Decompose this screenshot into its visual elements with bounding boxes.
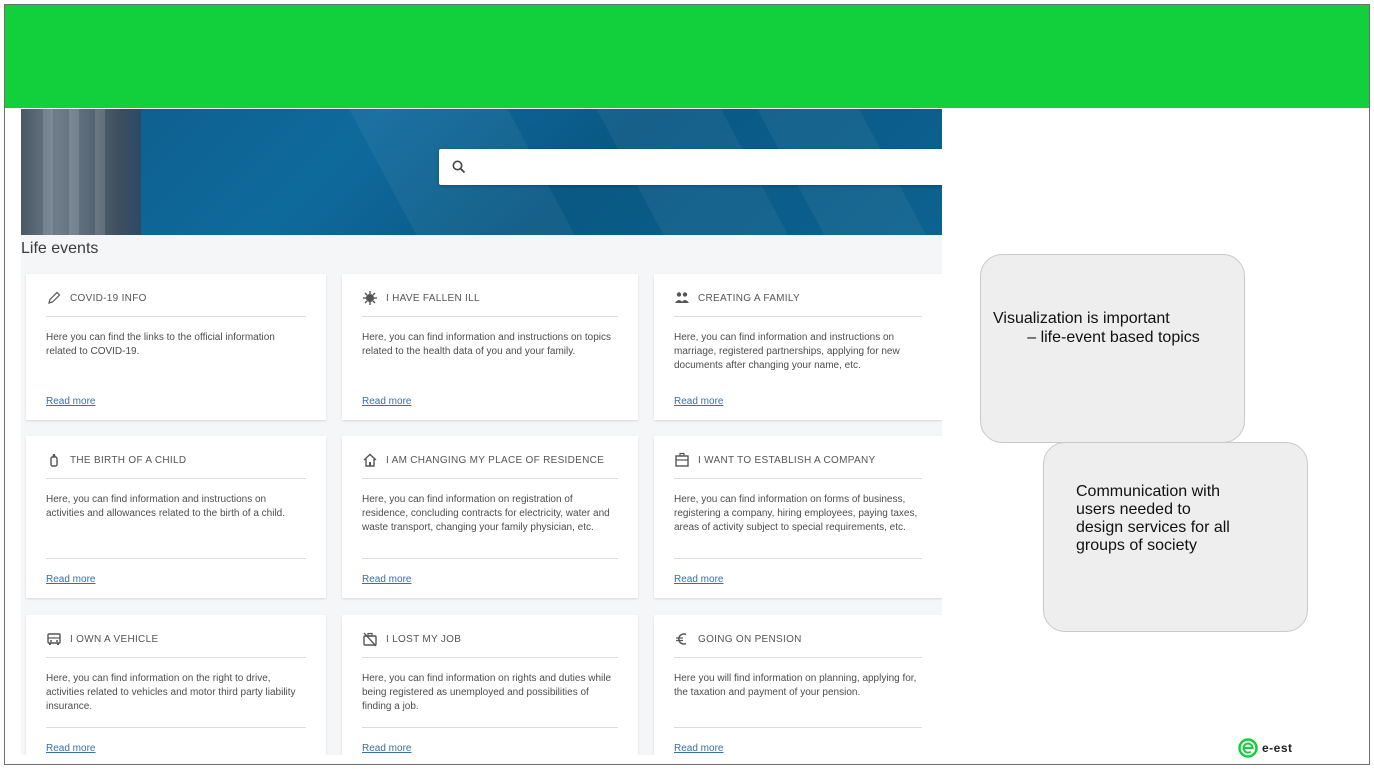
read-more-link[interactable]: Read more [362, 396, 411, 407]
life-event-card[interactable]: I LOST MY JOB Here, you can find informa… [342, 615, 638, 755]
e-estonia-logo-icon [1238, 738, 1258, 758]
portal-screenshot: Life events COVID-19 INFO Here you can f… [21, 109, 942, 755]
read-more-link[interactable]: Read more [362, 743, 411, 754]
card-description: Here, you can find information on regist… [362, 494, 610, 533]
card-description: Here, you can find information and instr… [46, 494, 286, 519]
briefcase-off-icon [363, 632, 377, 647]
life-event-card[interactable]: I HAVE FALLEN ILL Here, you can find inf… [342, 274, 638, 420]
card-description: Here, you can find information and instr… [362, 332, 612, 357]
euro-icon [676, 633, 687, 645]
card-description: Here, you can find information on forms … [674, 494, 918, 533]
card-title: I HAVE FALLEN ILL [386, 292, 480, 304]
card-title: I OWN A VEHICLE [70, 633, 159, 645]
callout-line-2: – life-event based topics [1027, 329, 1200, 346]
slide: Life events COVID-19 INFO Here you can f… [4, 4, 1370, 765]
callout-line-1: Visualization is important [993, 310, 1170, 327]
read-more-link[interactable]: Read more [362, 574, 411, 585]
hero-photo [21, 109, 141, 235]
card-title: CREATING A FAMILY [698, 292, 800, 304]
search-input[interactable] [439, 149, 942, 185]
family-icon [675, 292, 689, 303]
card-description: Here, you can find information on the ri… [46, 673, 296, 712]
building-icon [675, 452, 689, 467]
read-more-link[interactable]: Read more [46, 574, 95, 585]
card-title: THE BIRTH OF A CHILD [70, 454, 187, 466]
pencil-icon [48, 291, 61, 304]
life-event-card[interactable]: I AM CHANGING MY PLACE OF RESIDENCE Here… [342, 436, 638, 598]
house-icon [363, 453, 377, 467]
life-event-card[interactable]: CREATING A FAMILY Here, you can find inf… [654, 274, 942, 420]
car-icon [47, 633, 61, 645]
callout-text: Communication with users needed to desig… [1076, 483, 1230, 554]
section-title: Life events [21, 240, 99, 257]
read-more-link[interactable]: Read more [674, 396, 723, 407]
life-event-card[interactable]: I OWN A VEHICLE Here, you can find infor… [26, 615, 326, 755]
read-more-link[interactable]: Read more [46, 396, 95, 407]
card-title: I AM CHANGING MY PLACE OF RESIDENCE [386, 454, 605, 466]
logo-text: e-est [1262, 741, 1293, 755]
card-description: Here, you can find information on rights… [362, 673, 612, 712]
read-more-link[interactable]: Read more [674, 574, 723, 585]
card-title: COVID-19 INFO [70, 292, 147, 304]
hero-banner [21, 109, 942, 235]
callout-communication: Communication with users needed to desig… [1043, 442, 1308, 632]
header-bar [5, 5, 1369, 108]
read-more-link[interactable]: Read more [674, 743, 723, 754]
e-estonia-logo: e-est [1238, 737, 1293, 759]
life-event-card[interactable]: GOING ON PENSION Here you will find info… [654, 615, 942, 755]
card-title: I LOST MY JOB [386, 633, 462, 645]
card-title: I WANT TO ESTABLISH A COMPANY [698, 454, 876, 466]
card-description: Here you can find the links to the offic… [46, 332, 275, 357]
life-event-card[interactable]: THE BIRTH OF A CHILD Here, you can find … [26, 436, 326, 598]
baby-bottle-icon [50, 454, 58, 467]
card-description: Here you will find information on planni… [674, 673, 917, 698]
card-title: GOING ON PENSION [698, 633, 802, 645]
search-icon [452, 160, 466, 174]
life-event-card[interactable]: I WANT TO ESTABLISH A COMPANY Here, you … [654, 436, 942, 598]
callout-visualization: Visualization is important – life-event … [980, 254, 1245, 443]
read-more-link[interactable]: Read more [46, 743, 95, 754]
virus-icon [363, 291, 377, 305]
life-event-card[interactable]: COVID-19 INFO Here you can find the link… [26, 274, 326, 420]
card-description: Here, you can find information and instr… [674, 332, 900, 371]
